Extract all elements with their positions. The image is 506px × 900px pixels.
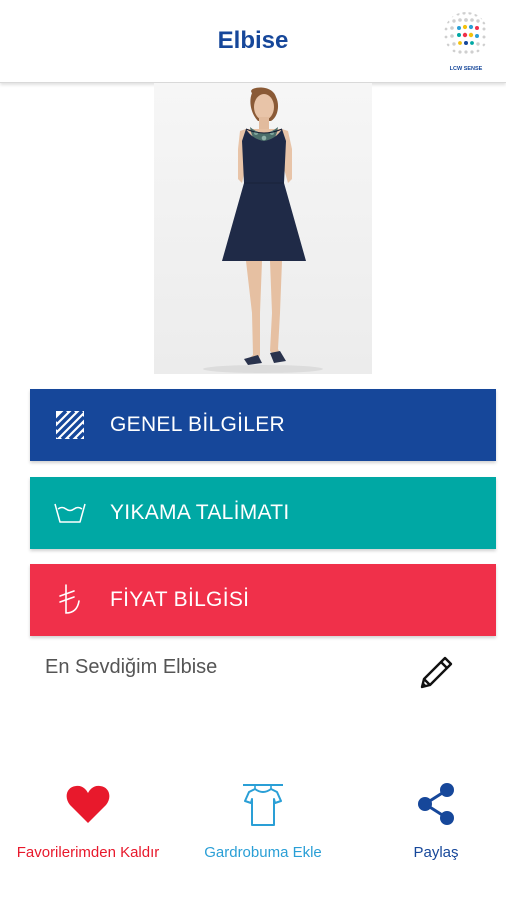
product-image bbox=[154, 83, 372, 374]
favorite-name-text: En Sevdiğim Elbise bbox=[45, 656, 218, 678]
share-button[interactable]: Paylaş bbox=[376, 778, 496, 861]
wash-icon bbox=[30, 477, 110, 549]
add-wardrobe-label: Gardrobuma Ekle bbox=[204, 844, 322, 861]
price-info-label: FİYAT BİLGİSİ bbox=[110, 588, 250, 611]
washing-instructions-button[interactable]: YIKAMA TALİMATI bbox=[30, 477, 496, 549]
remove-favorite-button[interactable]: Favorilerimden Kaldır bbox=[4, 778, 172, 861]
share-icon bbox=[376, 778, 496, 830]
remove-favorite-label: Favorilerimden Kaldır bbox=[16, 844, 160, 861]
lira-icon bbox=[30, 564, 110, 636]
logo-text: LCW SENSE bbox=[450, 66, 483, 72]
price-info-button[interactable]: FİYAT BİLGİSİ bbox=[30, 564, 496, 636]
stripes-icon bbox=[30, 389, 110, 461]
pencil-icon[interactable] bbox=[414, 651, 458, 695]
brand-logo: LCW SENSE bbox=[442, 8, 490, 74]
add-wardrobe-button[interactable]: Gardrobuma Ekle bbox=[180, 778, 346, 861]
general-info-button[interactable]: GENEL BİLGİLER bbox=[30, 389, 496, 461]
washing-instructions-label: YIKAMA TALİMATI bbox=[110, 501, 290, 524]
page-title: Elbise bbox=[217, 27, 289, 54]
heart-icon bbox=[4, 778, 172, 830]
general-info-label: GENEL BİLGİLER bbox=[110, 413, 285, 436]
app-header: Elbise LCW SENSE bbox=[0, 0, 506, 83]
hanger-shirt-icon bbox=[180, 778, 346, 830]
share-label: Paylaş bbox=[413, 844, 459, 861]
